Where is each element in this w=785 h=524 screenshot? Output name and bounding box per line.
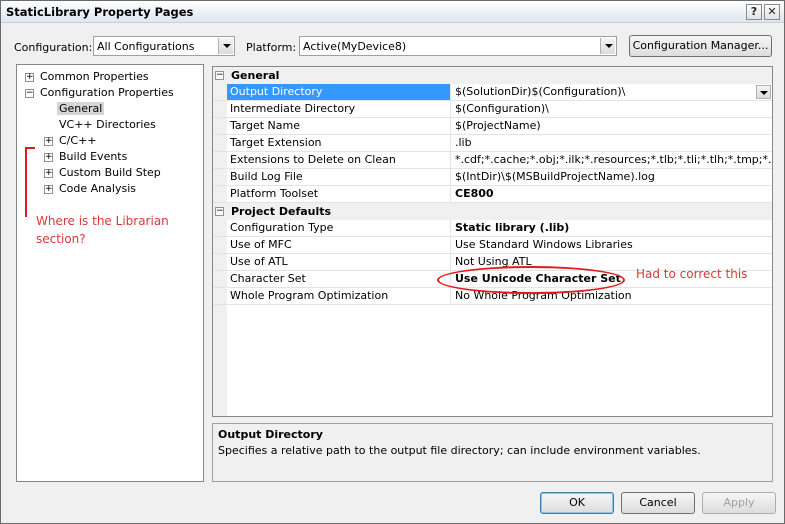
property-grid[interactable]: − General Output Directory $(SolutionDir… [212,66,773,417]
property-row-extensions-to-delete[interactable]: Extensions to Delete on Clean *.cdf;*.ca… [213,152,772,169]
collapse-minus-icon[interactable]: − [215,71,224,80]
property-name: Target Name [227,118,451,134]
platform-select[interactable]: Active(MyDevice8) [299,36,617,56]
category-project-defaults[interactable]: − Project Defaults [213,203,772,220]
property-row-configuration-type[interactable]: Configuration Type Static library (.lib) [213,220,772,237]
property-value[interactable]: $(Configuration)\ [452,101,772,117]
close-button[interactable]: ✕ [764,4,780,20]
property-row-target-extension[interactable]: Target Extension .lib [213,135,772,152]
property-name: Output Directory [227,84,451,100]
property-name: Whole Program Optimization [227,288,451,304]
category-general[interactable]: − General [213,67,772,84]
tree-item-label: Custom Build Step [59,166,161,179]
annotation-text-line: Where is the Librarian [36,214,169,228]
property-name: Intermediate Directory [227,101,451,117]
description-panel: Output Directory Specifies a relative pa… [212,423,773,482]
platform-label: Platform: [246,41,297,54]
platform-value: Active(MyDevice8) [303,40,407,53]
annotation-correction-note: Had to correct this [636,267,748,281]
tree-item-label: Code Analysis [59,182,136,195]
help-button[interactable]: ? [746,4,762,20]
expand-plus-icon[interactable]: + [44,153,53,162]
property-value[interactable]: CE800 [452,186,772,202]
property-value[interactable]: $(IntDir)\$(MSBuildProjectName).log [452,169,772,185]
description-title: Output Directory [218,428,323,441]
configuration-select[interactable]: All Configurations [93,36,235,56]
property-pages-window: StaticLibrary Property Pages ? ✕ Configu… [0,0,785,524]
property-row-target-name[interactable]: Target Name $(ProjectName) [213,118,772,135]
property-value[interactable]: .lib [452,135,772,151]
property-value[interactable]: $(ProjectName) [452,118,772,134]
property-name: Platform Toolset [227,186,451,202]
property-name: Character Set [227,271,451,287]
cancel-button[interactable]: Cancel [621,492,695,514]
collapse-minus-icon[interactable]: − [25,89,34,98]
category-label: General [231,69,280,82]
property-name: Use of ATL [227,254,451,270]
property-value[interactable]: $(SolutionDir)$(Configuration)\ [452,84,772,100]
property-value[interactable]: Static library (.lib) [452,220,772,236]
property-row-build-log-file[interactable]: Build Log File $(IntDir)\$(MSBuildProjec… [213,169,772,186]
configuration-value: All Configurations [97,40,195,53]
window-title: StaticLibrary Property Pages [6,5,194,19]
tree-item-label: VC++ Directories [59,118,156,131]
description-text: Specifies a relative path to the output … [218,444,701,457]
tree-item-label: Common Properties [40,70,149,83]
property-name: Use of MFC [227,237,451,253]
tree-item-label: Configuration Properties [40,86,174,99]
property-tree[interactable]: + Common Properties − Configuration Prop… [16,64,204,482]
property-row-intermediate-directory[interactable]: Intermediate Directory $(Configuration)\ [213,101,772,118]
expand-plus-icon[interactable]: + [44,137,53,146]
property-row-output-directory[interactable]: Output Directory $(SolutionDir)$(Configu… [213,84,772,101]
chevron-down-icon[interactable] [600,38,615,54]
configuration-manager-button[interactable]: Configuration Manager... [629,35,772,57]
expand-plus-icon[interactable]: + [44,185,53,194]
property-name: Extensions to Delete on Clean [227,152,451,168]
configuration-label: Configuration: [14,41,93,54]
tree-item-label: Build Events [59,150,128,163]
tree-item-label: C/C++ [59,134,97,147]
property-value[interactable]: Use Standard Windows Libraries [452,237,772,253]
property-name: Build Log File [227,169,451,185]
property-row-platform-toolset[interactable]: Platform Toolset CE800 [213,186,772,203]
expand-plus-icon[interactable]: + [25,73,34,82]
tree-item-label: General [57,102,105,115]
property-name: Configuration Type [227,220,451,236]
property-row-use-of-mfc[interactable]: Use of MFC Use Standard Windows Librarie… [213,237,772,254]
annotation-ellipse [437,266,625,294]
collapse-minus-icon[interactable]: − [215,207,224,216]
annotation-text-line: section? [36,232,86,246]
annotation-bracket [25,147,35,217]
chevron-down-icon[interactable] [218,38,233,54]
property-name: Target Extension [227,135,451,151]
property-value[interactable]: *.cdf;*.cache;*.obj;*.ilk;*.resources;*.… [452,152,772,168]
tree-item-vc-directories[interactable]: VC++ Directories [59,117,156,133]
ok-button[interactable]: OK [540,492,614,514]
chevron-down-icon[interactable] [756,85,771,99]
title-bar: StaticLibrary Property Pages ? ✕ [1,1,784,23]
expand-plus-icon[interactable]: + [44,169,53,178]
tree-item-general[interactable]: General [57,101,105,117]
category-label: Project Defaults [231,205,332,218]
apply-button[interactable]: Apply [702,492,776,514]
annotation-librarian-question: Where is the Librarian section? [36,212,169,248]
